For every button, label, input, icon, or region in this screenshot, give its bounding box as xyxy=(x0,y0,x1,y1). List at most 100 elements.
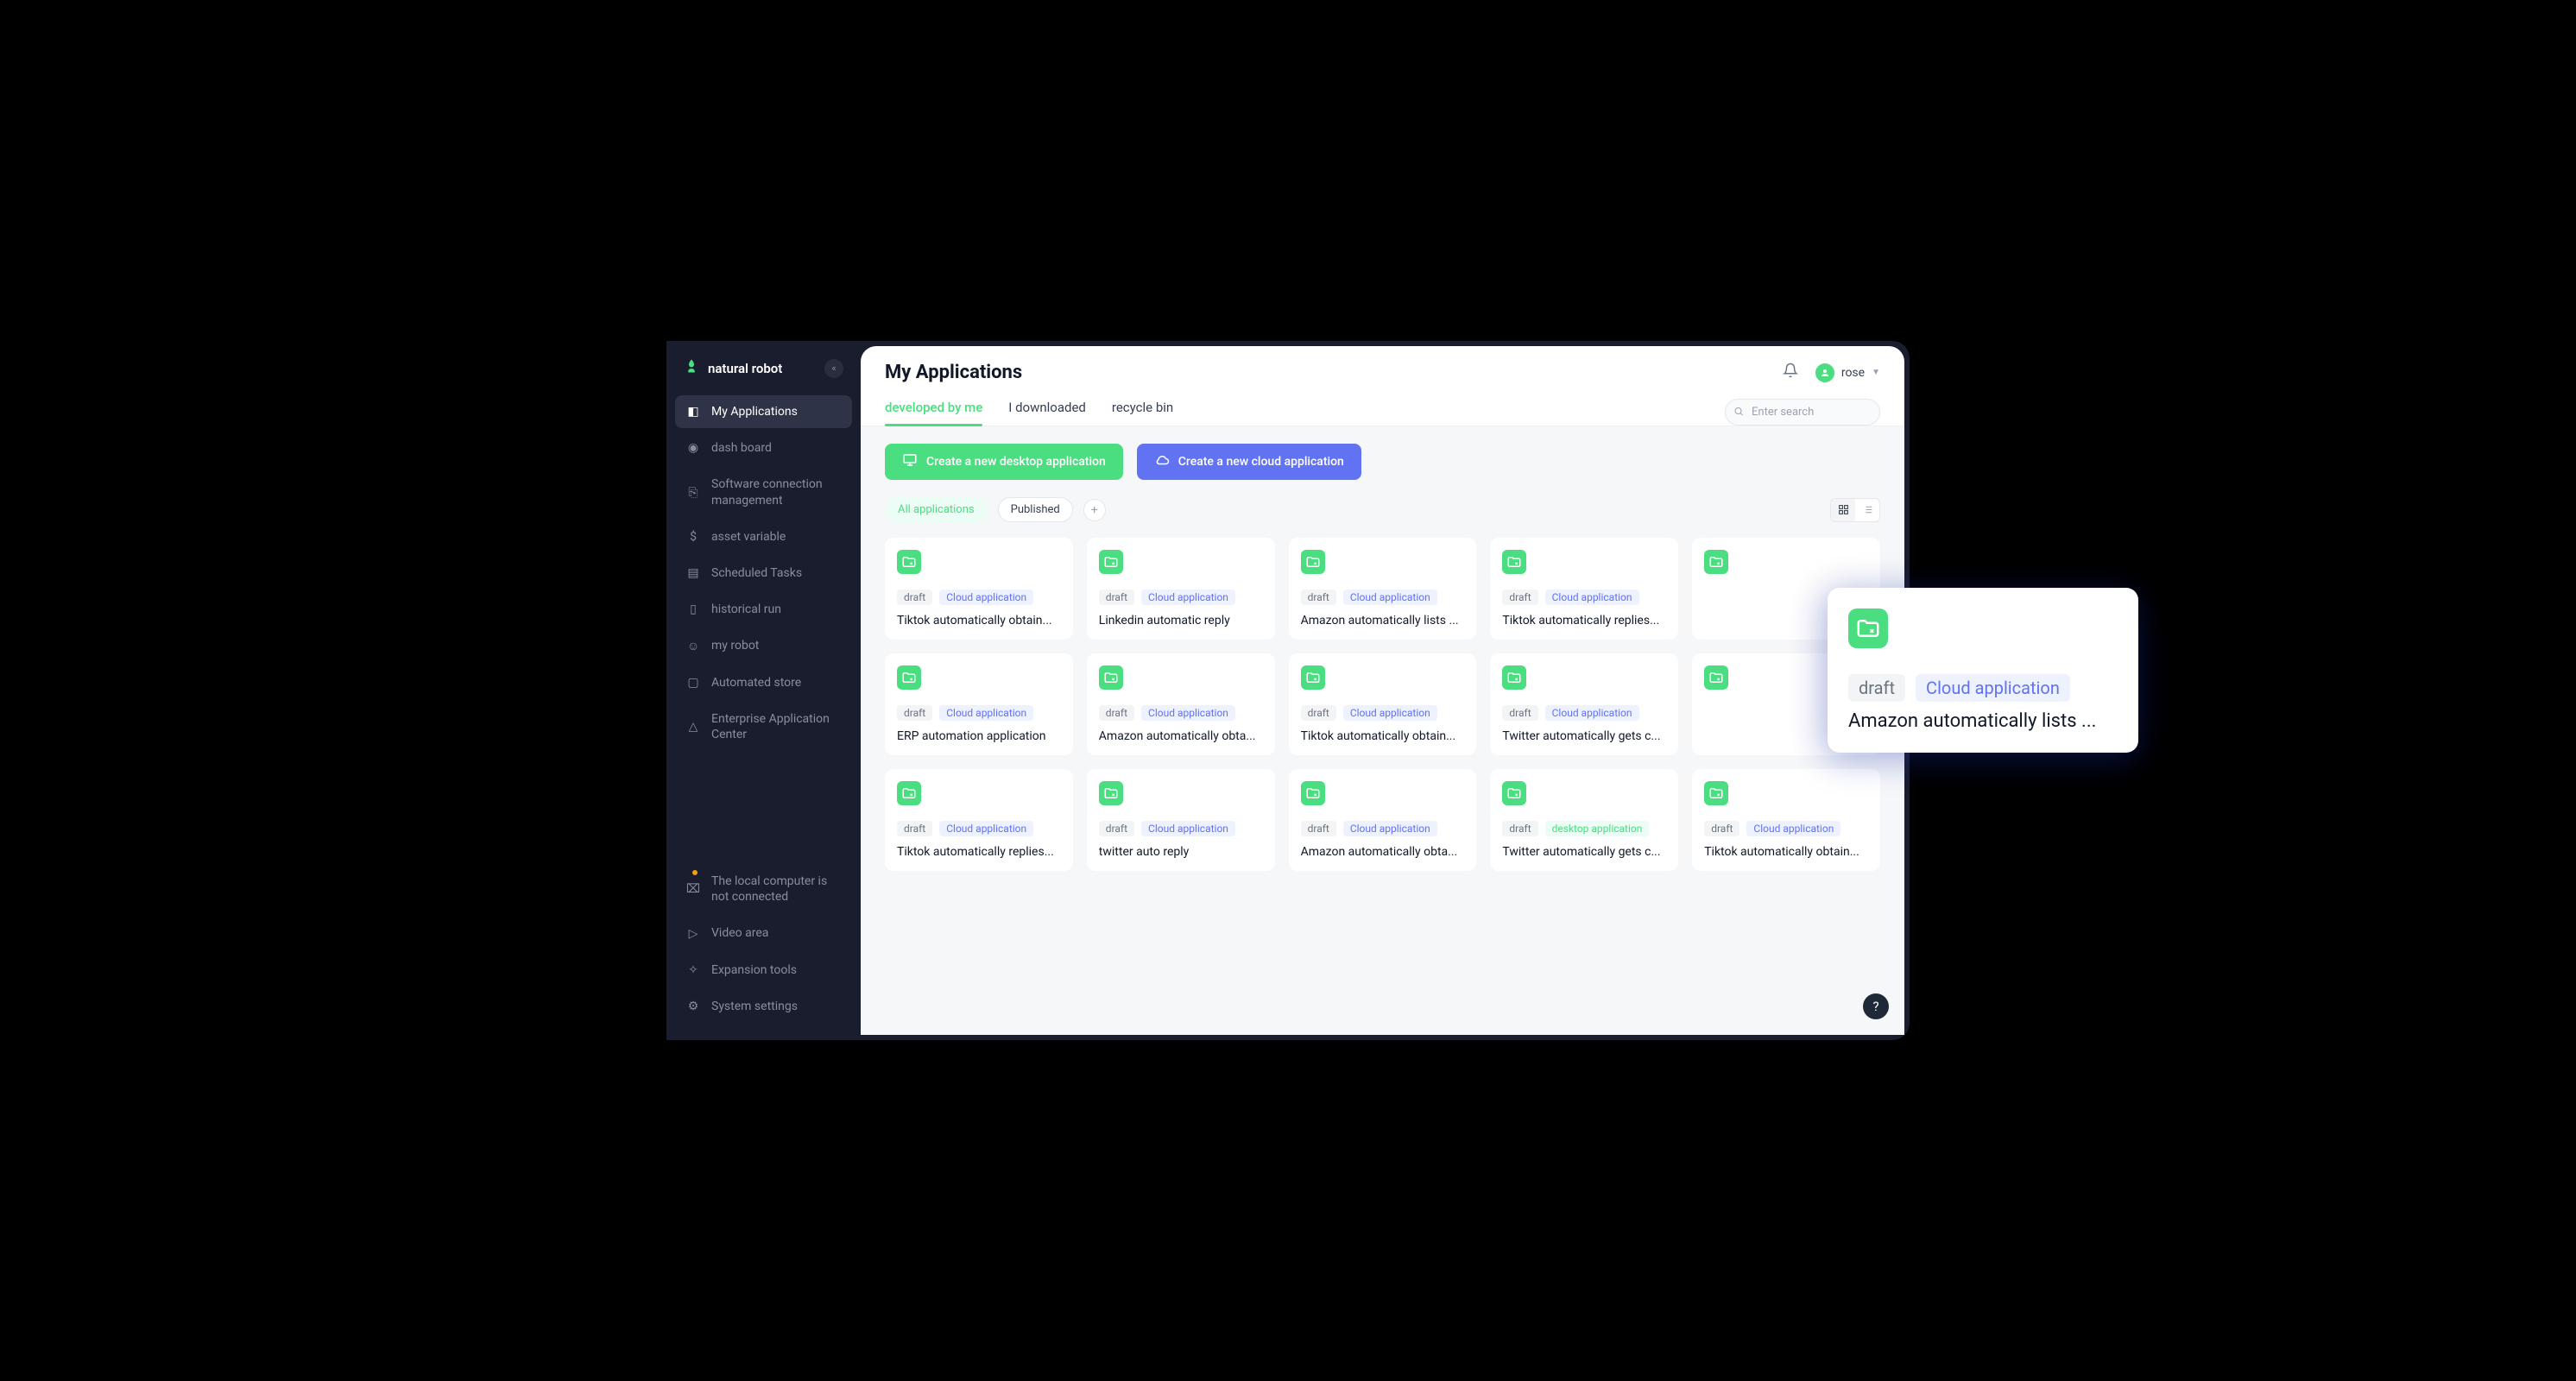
folder-icon xyxy=(1502,665,1526,690)
create-cloud-app-button[interactable]: Create a new cloud application xyxy=(1137,444,1361,480)
add-filter-button[interactable]: + xyxy=(1083,499,1106,521)
list-view-button[interactable] xyxy=(1855,499,1879,521)
card-tags: draft Cloud application xyxy=(1502,705,1666,721)
sidebar-item-scheduled-tasks[interactable]: ▤Scheduled Tasks xyxy=(675,557,852,590)
monitor-icon xyxy=(902,452,918,471)
app-card[interactable]: draft Cloud application Amazon automatic… xyxy=(1087,653,1275,755)
help-button[interactable]: ? xyxy=(1863,993,1889,1019)
app-card[interactable]: draft Cloud application Amazon automatic… xyxy=(1289,538,1477,640)
sidebar-item-my-applications[interactable]: ◧My Applications xyxy=(675,395,852,428)
folder-icon xyxy=(1301,550,1325,574)
sidebar-item-label: dash board xyxy=(711,440,772,456)
sidebar-item-label: Automated store xyxy=(711,675,801,690)
card-title: Twitter automatically gets c... xyxy=(1502,845,1666,859)
status-tag: draft xyxy=(1301,590,1336,605)
chevron-down-icon: ▼ xyxy=(1872,368,1880,377)
folder-icon xyxy=(897,781,921,805)
card-tags: draft Cloud application xyxy=(897,705,1061,721)
status-tag: draft xyxy=(1301,821,1336,836)
app-card[interactable]: draft Cloud application Amazon automatic… xyxy=(1289,769,1477,871)
sidebar-item-label: Scheduled Tasks xyxy=(711,565,802,581)
notifications-icon[interactable] xyxy=(1783,363,1798,382)
grid-view-button[interactable] xyxy=(1831,499,1855,521)
tabs-row: developed by me I downloaded recycle bin xyxy=(861,383,1904,426)
sidebar-bottom-expansion-tools[interactable]: ✧Expansion tools xyxy=(675,954,852,987)
type-tag: Cloud application xyxy=(1545,590,1639,605)
card-title: ERP automation application xyxy=(897,729,1061,743)
type-tag: Cloud application xyxy=(1141,590,1235,605)
status-tag: draft xyxy=(1704,821,1739,836)
tab-i-downloaded[interactable]: I downloaded xyxy=(1008,400,1086,426)
user-menu[interactable]: rose ▼ xyxy=(1815,363,1880,382)
app-card[interactable]: draft Cloud application twitter auto rep… xyxy=(1087,769,1275,871)
type-tag: Cloud application xyxy=(1545,705,1639,721)
status-tag: draft xyxy=(1502,705,1537,721)
folder-icon xyxy=(1502,781,1526,805)
sidebar-bottom-label: The local computer is not connected xyxy=(711,873,842,905)
sidebar-bottom-video-area[interactable]: ▷Video area xyxy=(675,917,852,949)
tab-developed-by-me[interactable]: developed by me xyxy=(885,400,982,426)
gauge-icon: ◉ xyxy=(685,441,701,455)
collapse-sidebar-button[interactable]: « xyxy=(824,359,843,378)
card-tags: draft Cloud application xyxy=(1099,705,1263,721)
type-tag: Cloud application xyxy=(939,821,1033,836)
card-tags: draft Cloud application xyxy=(1301,705,1465,721)
status-tag: draft xyxy=(897,590,932,605)
sidebar-item-label: historical run xyxy=(711,602,781,617)
app-card[interactable]: draft Cloud application ERP automation a… xyxy=(885,653,1073,755)
sidebar-item-enterprise-application-center[interactable]: △Enterprise Application Center xyxy=(675,703,852,751)
sidebar-bottom: ⌧The local computer is not connected ▷Vid… xyxy=(666,865,861,1023)
folder-icon xyxy=(1099,781,1123,805)
tab-recycle-bin[interactable]: recycle bin xyxy=(1112,400,1173,426)
sidebar: natural robot « ◧My Applications ◉ dash bo… xyxy=(666,341,861,1040)
play-icon: ▷ xyxy=(685,927,701,941)
sidebar-item-automated-store[interactable]: ▢Automated store xyxy=(675,666,852,699)
create-desktop-app-button[interactable]: Create a new desktop application xyxy=(885,444,1123,480)
app-card[interactable]: draft Cloud application Tiktok automatic… xyxy=(885,769,1073,871)
type-tag: Cloud application xyxy=(939,705,1033,721)
dollar-icon: $ xyxy=(685,530,701,544)
popup-title: Amazon automatically lists ... xyxy=(1848,710,2118,732)
search-input[interactable] xyxy=(1725,399,1880,426)
folder-icon xyxy=(1301,781,1325,805)
card-tags: draft desktop application xyxy=(1502,821,1666,836)
app-card[interactable]: draft Cloud application Tiktok automatic… xyxy=(1490,538,1678,640)
app-card[interactable]: draft Cloud application Tiktok automatic… xyxy=(1692,769,1880,871)
app-card[interactable]: draft Cloud application Twitter automati… xyxy=(1490,653,1678,755)
card-tags: draft Cloud application xyxy=(1301,590,1465,605)
folder-icon xyxy=(897,550,921,574)
card-title: Tiktok automatically replies... xyxy=(1502,614,1666,627)
sidebar-item-historical-run[interactable]: ▯ historical run xyxy=(675,593,852,626)
cloud-icon xyxy=(1154,452,1170,471)
filter-all-applications[interactable]: All applications xyxy=(885,497,988,522)
status-tag: draft xyxy=(1099,705,1134,721)
filter-published[interactable]: Published xyxy=(998,497,1073,522)
app-card[interactable]: draft Cloud application Tiktok automatic… xyxy=(885,538,1073,640)
card-tags: draft Cloud application xyxy=(1301,821,1465,836)
sidebar-item-dash-board[interactable]: ◉ dash board xyxy=(675,432,852,464)
alert-badge-icon xyxy=(691,868,699,877)
app-card[interactable]: draft desktop application Twitter automa… xyxy=(1490,769,1678,871)
sidebar-item-my-robot[interactable]: ☺ my robot xyxy=(675,629,852,662)
sidebar-item-label: my robot xyxy=(711,638,759,653)
app-card[interactable]: draft Cloud application Tiktok automatic… xyxy=(1289,653,1477,755)
search-wrap xyxy=(1725,399,1880,426)
brand-name: natural robot xyxy=(708,361,782,376)
robot-icon: ☺ xyxy=(685,639,701,653)
status-tag: draft xyxy=(1301,705,1336,721)
sidebar-item-software-connection-management[interactable]: ⎘Software connection management xyxy=(675,468,852,516)
sidebar-bottom-system-settings[interactable]: ⚙System settings xyxy=(675,990,852,1023)
card-grid: draft Cloud application Tiktok automatic… xyxy=(885,538,1880,871)
doc-icon: ▯ xyxy=(685,602,701,616)
avatar-icon xyxy=(1815,363,1834,382)
sidebar-bottom-the-local-computer-i[interactable]: ⌧The local computer is not connected xyxy=(675,865,852,913)
popup-status-tag: draft xyxy=(1848,674,1905,702)
card-tags: draft Cloud application xyxy=(897,821,1061,836)
sidebar-item-label: My Applications xyxy=(711,404,798,419)
sidebar-item-asset-variable[interactable]: $asset variable xyxy=(675,520,852,553)
content-area: Create a new desktop application Create … xyxy=(861,426,1904,1035)
folder-icon xyxy=(1704,781,1728,805)
app-card[interactable]: draft Cloud application Linkedin automat… xyxy=(1087,538,1275,640)
card-title: Tiktok automatically obtain... xyxy=(1301,729,1465,743)
folder-icon xyxy=(1704,550,1728,574)
